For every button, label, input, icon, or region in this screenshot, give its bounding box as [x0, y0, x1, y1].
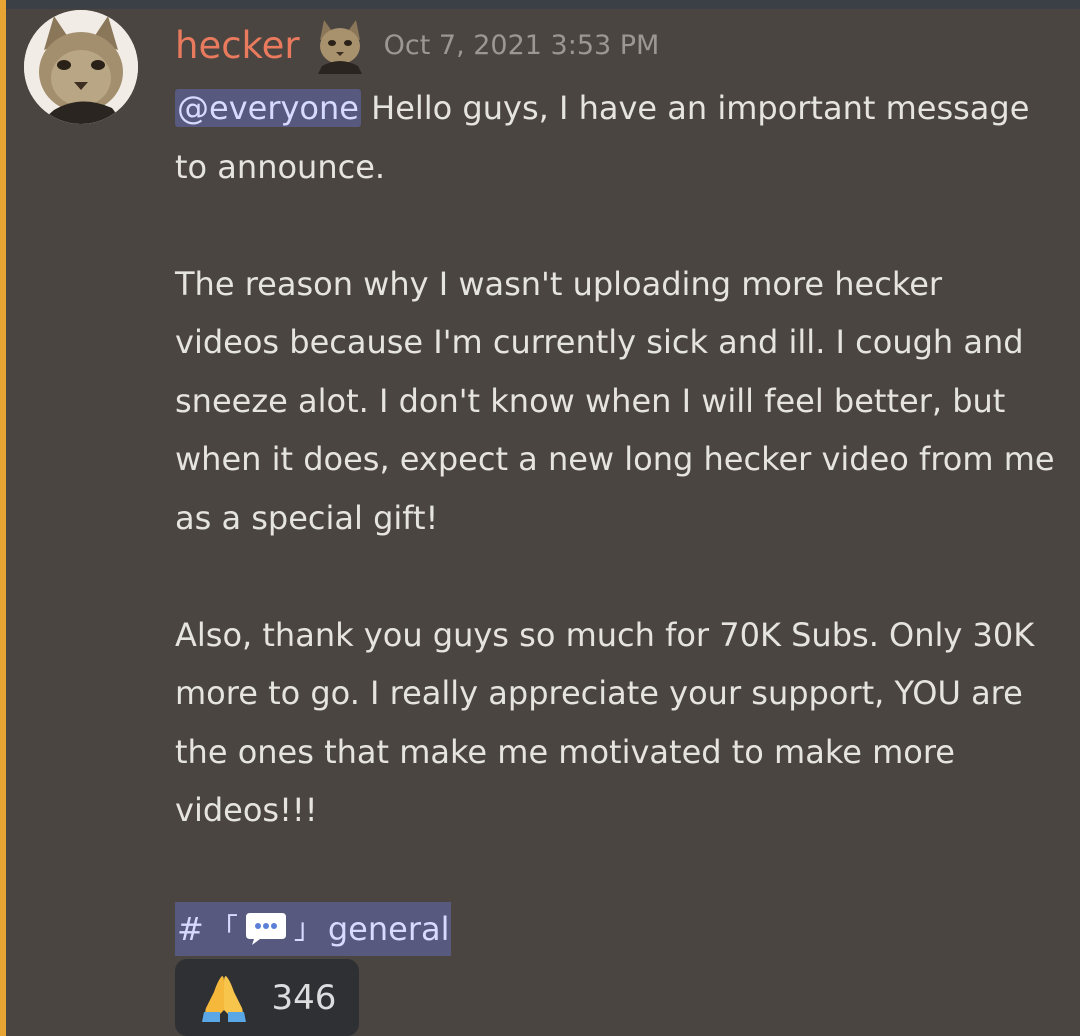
- channel-close-bracket: 」: [293, 911, 322, 945]
- channel-link[interactable]: # 「 」 general: [175, 901, 452, 956]
- everyone-mention[interactable]: @everyone: [175, 89, 361, 127]
- timestamp: Oct 7, 2021 3:53 PM: [383, 30, 660, 61]
- message-body: @everyone Hello guys, I have an importan…: [175, 79, 1055, 956]
- cat-emoji-icon: [312, 18, 368, 74]
- channel-hash: #: [177, 909, 204, 948]
- cat-avatar-icon: [24, 10, 138, 124]
- top-strip: [0, 0, 1080, 9]
- message-paragraph-3: Also, thank you guys so much for 70K Sub…: [175, 615, 1035, 830]
- reaction-count: 346: [271, 977, 337, 1018]
- reaction-button[interactable]: 346: [175, 959, 359, 1036]
- message-paragraph-2: The reason why I wasn't uploading more h…: [175, 264, 1055, 537]
- speech-bubble-icon: [244, 911, 288, 947]
- username[interactable]: hecker: [175, 18, 300, 74]
- avatar[interactable]: [24, 10, 138, 124]
- message-paragraph-1: @everyone Hello guys, I have an importan…: [175, 79, 1055, 196]
- channel-open-bracket: 「: [209, 911, 238, 945]
- message-content: hecker Oct 7, 2021 3:53 PM @everyone Hel…: [175, 18, 1055, 956]
- folded-hands-icon: [198, 972, 250, 1024]
- channel-line: # 「 」 general: [175, 898, 1055, 956]
- message-header: hecker Oct 7, 2021 3:53 PM: [175, 18, 1055, 74]
- mention-highlight-bar: [0, 0, 6, 1036]
- channel-name: general: [327, 909, 450, 948]
